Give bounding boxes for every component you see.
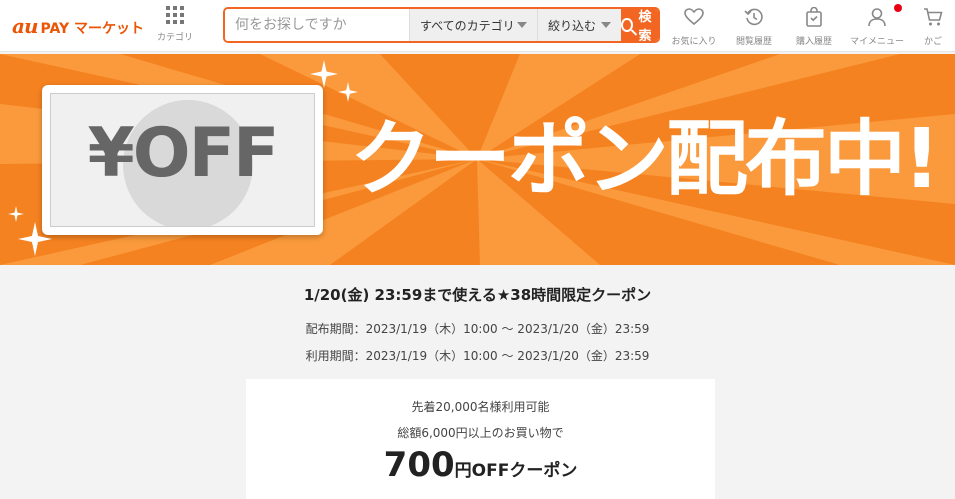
history-icon — [727, 6, 781, 28]
nav-history-label: 閲覧履歴 — [735, 37, 772, 47]
coupon-banner[interactable]: ¥OFF クーポン配布中! — [0, 54, 955, 265]
nav-favorites[interactable]: お気に入り — [666, 6, 722, 47]
filter-select-value: 絞り込む — [548, 18, 597, 33]
coupon-amount: 700 — [383, 445, 455, 485]
nav-mymenu[interactable]: マイメニュー — [846, 4, 908, 47]
coupon-amount-row: 700円OFFクーポン — [246, 445, 715, 485]
sparkle-icon — [18, 222, 52, 256]
coupon-graphic-text: ¥OFF — [87, 114, 279, 193]
search-button-label: 検索 — [638, 10, 652, 43]
coupon-yen: 円 — [454, 461, 472, 481]
search-icon — [621, 18, 633, 32]
aupay-market-logo[interactable]: au PAY マーケット — [12, 14, 144, 38]
coupon-details: 1/20(金) 23:59まで使える★38時間限定クーポン 配布期間：2023/… — [0, 265, 955, 499]
search-bar: すべてのカテゴリ 絞り込む 検索 — [223, 7, 660, 43]
logo-pay-market: PAY マーケット — [40, 21, 144, 37]
category-select[interactable]: すべてのカテゴリ — [409, 9, 537, 41]
heart-icon — [666, 6, 722, 28]
category-menu-button[interactable]: カテゴリ — [150, 6, 200, 43]
notification-badge — [894, 4, 902, 12]
sparkle-icon — [310, 60, 338, 88]
coupon-type-label: OFFクーポン — [471, 461, 578, 481]
category-select-value: すべてのカテゴリ — [420, 18, 515, 33]
nav-purchases-label: 購入履歴 — [795, 37, 832, 47]
caret-down-icon — [601, 22, 611, 28]
nav-purchases[interactable]: 購入履歴 — [787, 6, 841, 47]
distribution-period: 配布期間：2023/1/19（木）10:00 ～ 2023/1/20（金）23:… — [305, 322, 650, 336]
promo-headline: 1/20(金) 23:59まで使える★38時間限定クーポン — [303, 286, 652, 304]
nav-cart[interactable]: かご — [915, 6, 951, 47]
coupon-condition: 総額6,000円以上のお買い物で — [397, 426, 564, 440]
shopping-bag-icon — [787, 6, 841, 28]
category-label: カテゴリ — [156, 33, 193, 43]
grid-icon — [166, 6, 184, 24]
search-button[interactable]: 検索 — [621, 9, 658, 41]
coupon-card: 先着20,000名様利用可能 総額6,000円以上のお買い物で 700円OFFク… — [246, 379, 715, 499]
nav-favorites-label: お気に入り — [671, 37, 717, 47]
usage-period: 利用期間：2023/1/19（木）10:00 ～ 2023/1/20（金）23:… — [305, 349, 650, 363]
coupon-limit: 先着20,000名様利用可能 — [411, 400, 550, 414]
nav-cart-label: かご — [923, 37, 942, 47]
sparkle-icon — [8, 206, 24, 222]
banner-title: クーポン配布中! — [350, 112, 940, 207]
user-icon — [846, 4, 908, 28]
cart-icon — [915, 6, 951, 28]
site-header: au PAY マーケット カテゴリ すべてのカテゴリ 絞り込む 検索 お気に入り — [0, 0, 955, 52]
nav-history[interactable]: 閲覧履歴 — [727, 6, 781, 47]
sparkle-icon — [338, 82, 358, 102]
nav-mymenu-label: マイメニュー — [849, 37, 904, 47]
caret-down-icon — [517, 22, 527, 28]
filter-select[interactable]: 絞り込む — [537, 9, 621, 41]
search-input[interactable] — [225, 9, 409, 41]
yen-off-coupon-graphic: ¥OFF — [42, 85, 323, 235]
logo-au: au — [12, 14, 38, 38]
